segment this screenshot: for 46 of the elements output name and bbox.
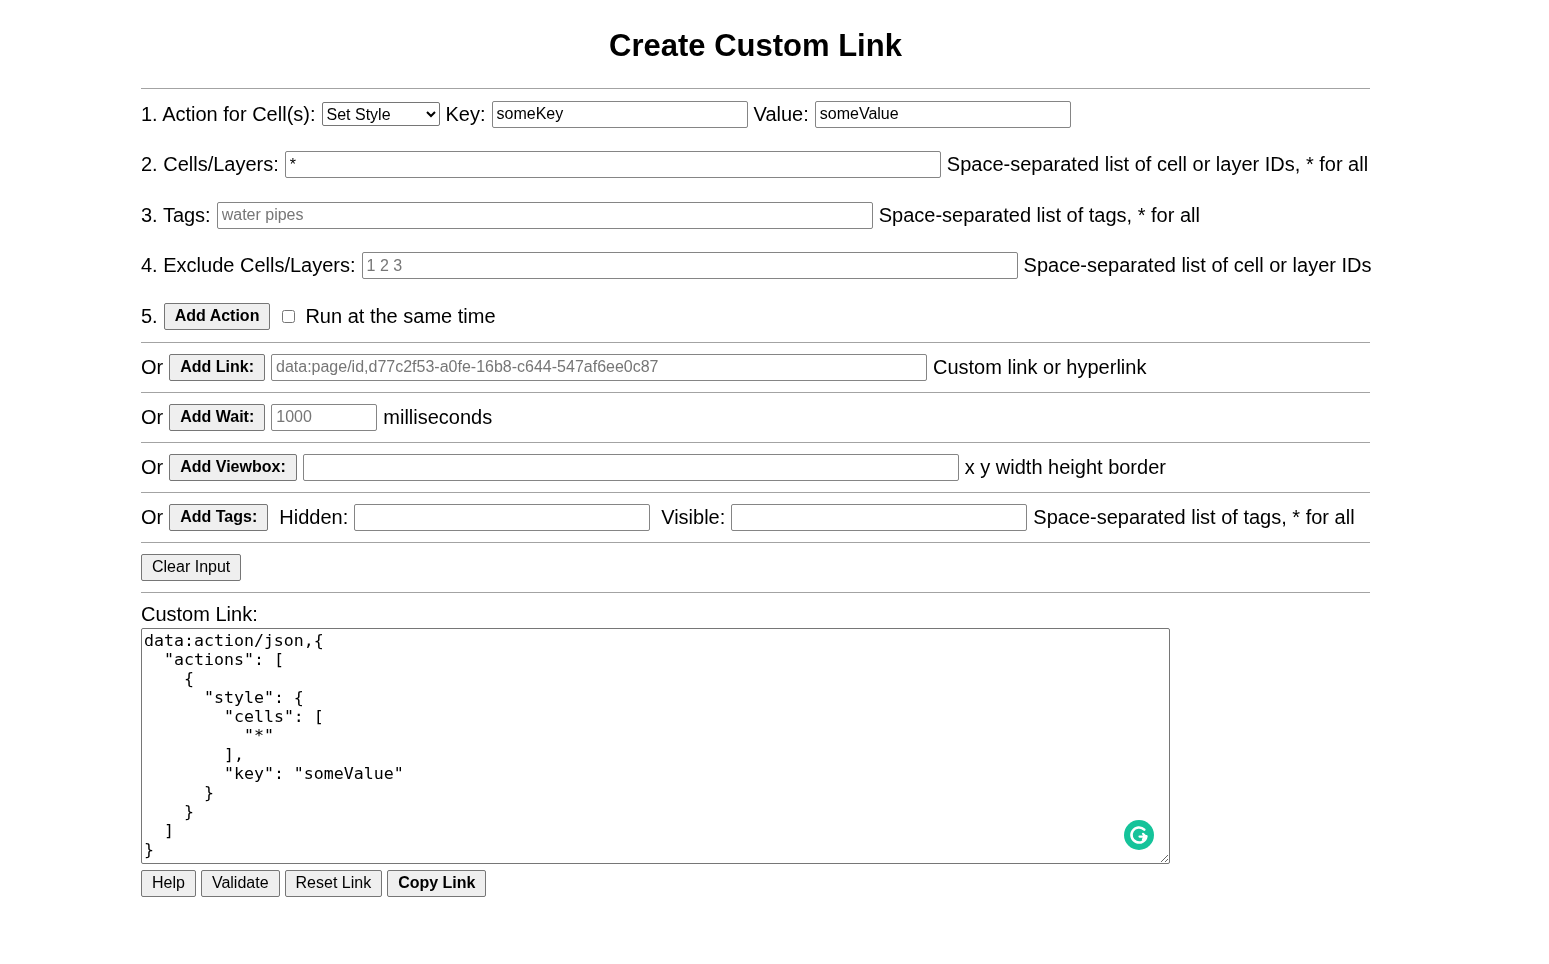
add-tags-button[interactable]: Add Tags: <box>169 503 269 531</box>
or-label: Or <box>141 455 164 479</box>
add-wait-button[interactable]: Add Wait: <box>169 403 266 431</box>
add-action-button[interactable]: Add Action <box>163 302 271 330</box>
viewbox-input[interactable] <box>302 453 959 481</box>
checkbox-label: Run at the same time <box>305 304 496 328</box>
field-label: Visible: <box>661 505 726 529</box>
visible-tags-input[interactable] <box>731 503 1028 531</box>
field-hint: milliseconds <box>383 405 493 429</box>
key-input[interactable]: someKey <box>491 100 748 128</box>
reset-link-button[interactable]: Reset Link <box>284 869 383 897</box>
copy-link-button[interactable]: Copy Link <box>387 869 487 897</box>
custom-link-textarea[interactable]: data:action/json,{ "actions": [ { "style": { "cells": [ "*" ], "key": "someValue" } } ] } <box>141 627 1170 864</box>
clear-input-button[interactable]: Clear Input <box>141 553 242 581</box>
field-label: Custom Link: <box>141 601 258 626</box>
add-link-button[interactable]: Add Link: <box>169 353 265 381</box>
field-hint: Space-separated list of tags, * for all <box>878 203 1200 227</box>
exclude-input[interactable]: 1 2 3 <box>361 252 1018 280</box>
action-select[interactable]: Set Style <box>321 102 440 127</box>
field-hint: x y width height border <box>964 455 1166 479</box>
field-label: Value: <box>753 102 809 126</box>
field-hint: Custom link or hyperlink <box>933 355 1147 379</box>
page-title: Create Custom Link <box>609 28 902 64</box>
or-label: Or <box>141 355 164 379</box>
field-hint: Space-separated list of tags, * for all <box>1033 505 1355 529</box>
field-label: 3. Tags: <box>141 203 211 227</box>
step-number: 5. <box>141 304 158 328</box>
field-label: 4. Exclude Cells/Layers: <box>141 254 356 278</box>
field-label: Key: <box>445 102 486 126</box>
field-hint: Space-separated list of cell or layer IDs, * for all <box>946 153 1369 177</box>
field-label: Hidden: <box>279 505 349 529</box>
field-label: 1. Action for Cell(s): <box>141 102 316 126</box>
or-label: Or <box>141 405 164 429</box>
hidden-tags-input[interactable] <box>354 503 651 531</box>
field-label: 2. Cells/Layers: <box>141 153 279 177</box>
link-input[interactable]: data:page/id,d77c2f53-a0fe-16b8-c644-547af6ee0c87 <box>271 353 927 381</box>
or-label: Or <box>141 505 164 529</box>
tags-input[interactable]: water pipes <box>216 201 873 229</box>
add-viewbox-button[interactable]: Add Viewbox: <box>169 453 297 481</box>
validate-button[interactable]: Validate <box>200 869 280 897</box>
field-hint: Space-separated list of cell or layer IDs <box>1023 254 1372 278</box>
cells-input[interactable]: * <box>284 151 941 179</box>
checkbox[interactable] <box>282 309 296 323</box>
value-input[interactable]: someValue <box>814 100 1071 128</box>
help-button[interactable]: Help <box>141 869 196 897</box>
wait-input[interactable]: 1000 <box>271 403 378 431</box>
